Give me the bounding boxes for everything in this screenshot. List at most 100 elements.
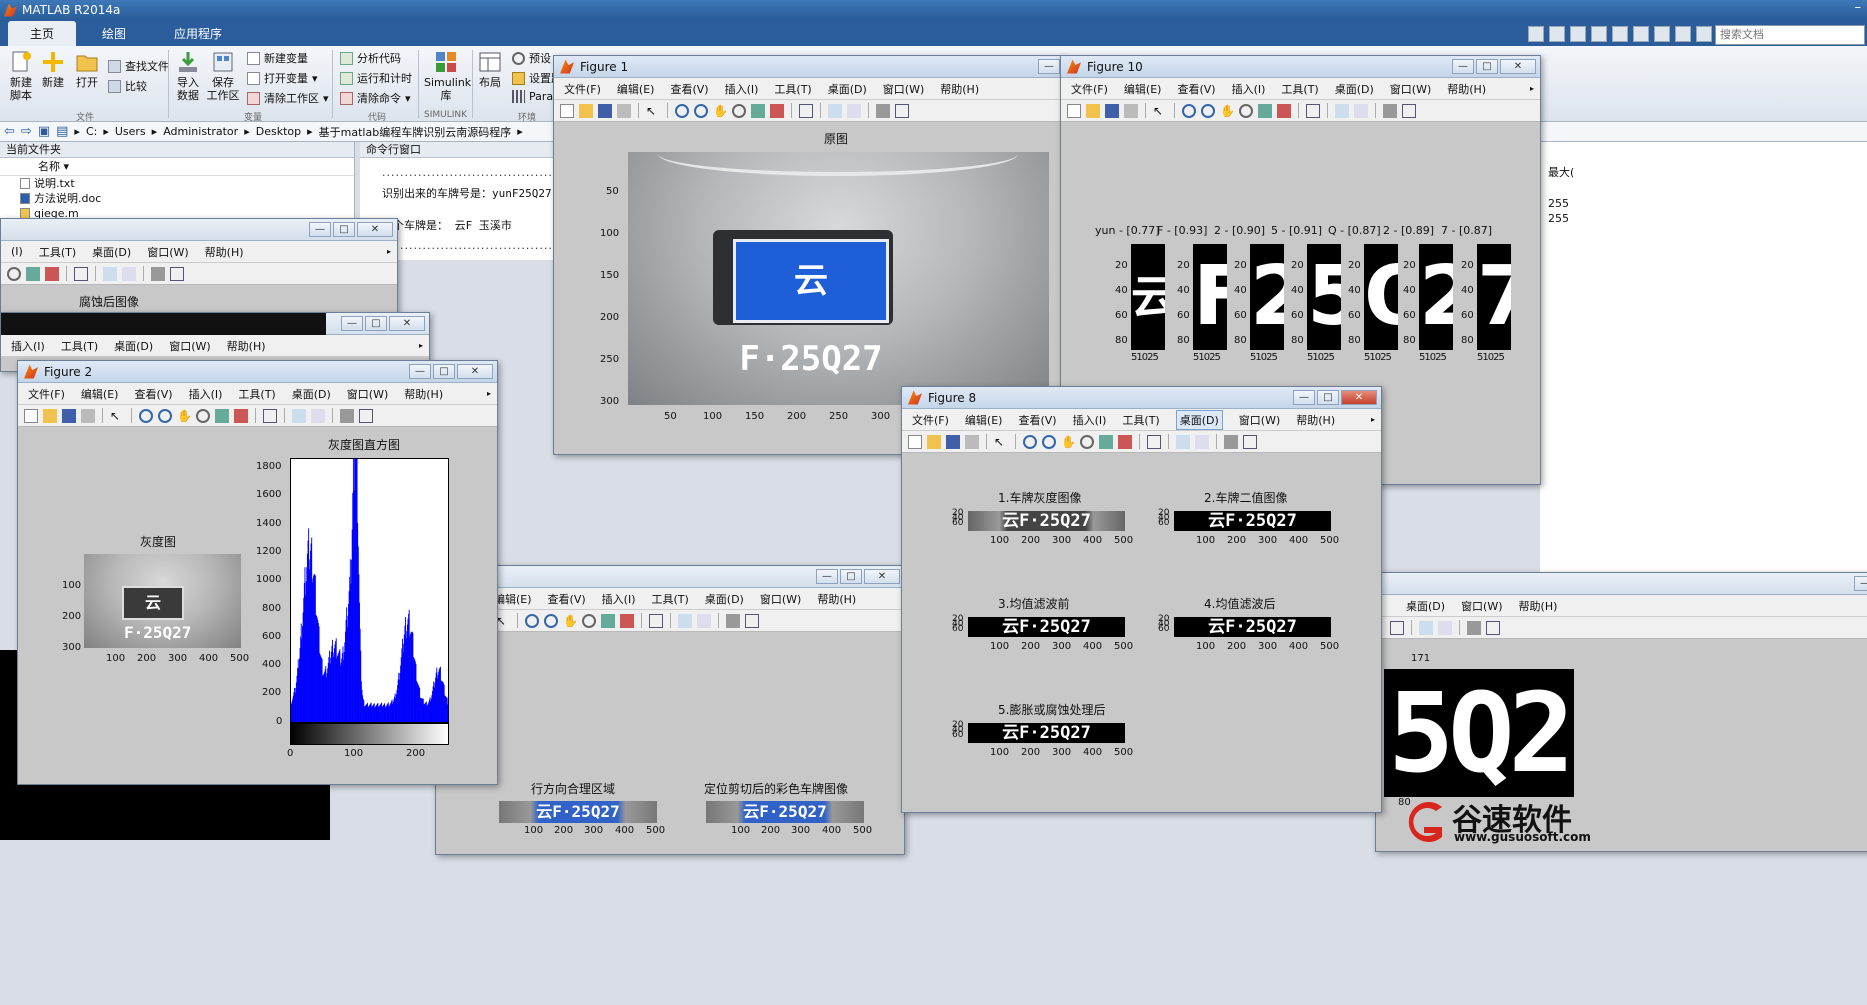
clear-commands-button[interactable]: 清除命令 ▾	[340, 90, 411, 106]
close-icon[interactable]: ✕	[1341, 390, 1377, 405]
menu-view[interactable]: 查看(V)	[1177, 81, 1215, 97]
open-button[interactable]: 打开	[74, 50, 100, 89]
colorbar-icon[interactable]	[828, 103, 842, 118]
minimize-icon[interactable]: —	[816, 569, 838, 584]
hide-plot-tools-icon[interactable]	[340, 408, 354, 423]
colorbar-icon[interactable]	[103, 266, 117, 281]
menu-desktop[interactable]: 桌面(D)	[1335, 81, 1374, 97]
menu-insert[interactable]: (I)	[11, 245, 23, 258]
menu-file[interactable]: 文件(F)	[912, 412, 949, 428]
maximize-icon[interactable]: □	[1476, 59, 1498, 74]
back-arrow-icon[interactable]: ⇦	[4, 124, 15, 139]
brush-icon[interactable]	[770, 103, 784, 118]
menu-tools[interactable]: 工具(T)	[651, 591, 688, 607]
analyze-code-button[interactable]: 分析代码	[340, 50, 401, 66]
rotate-icon[interactable]	[582, 613, 596, 628]
pointer-icon[interactable]: ↖	[496, 614, 510, 628]
menu-window[interactable]: 窗口(W)	[1239, 412, 1280, 428]
pointer-icon[interactable]: ↖	[994, 435, 1008, 449]
new-figure-icon[interactable]	[1067, 103, 1081, 118]
menu-overflow-icon[interactable]: ▸	[419, 341, 423, 350]
tab-plots[interactable]: 绘图	[80, 21, 148, 46]
menu-desktop[interactable]: 桌面(D)	[292, 386, 331, 402]
menu-desktop[interactable]: 桌面(D)	[705, 591, 744, 607]
print-icon[interactable]	[617, 103, 631, 118]
save-workspace-button[interactable]: 保存 工作区	[206, 50, 240, 102]
print-icon[interactable]	[965, 434, 979, 449]
menu-desktop[interactable]: 桌面(D)	[1175, 409, 1223, 430]
legend-icon[interactable]	[1195, 434, 1209, 449]
menu-insert[interactable]: 插入(I)	[1232, 81, 1266, 97]
new-button[interactable]: 新建	[40, 50, 66, 89]
pan-hand-icon[interactable]: ✋	[1220, 104, 1235, 118]
figure-titlebar[interactable]: Figure 2 — □ ✕	[18, 361, 497, 383]
brush-icon[interactable]	[234, 408, 248, 423]
path-segment[interactable]: Administrator	[163, 125, 238, 138]
minimize-icon[interactable]: –	[1855, 0, 1862, 15]
menu-tools[interactable]: 工具(T)	[39, 244, 76, 260]
new-script-button[interactable]: 新建 脚本	[6, 50, 36, 102]
clear-workspace-button[interactable]: 清除工作区 ▾	[247, 90, 329, 106]
menu-edit[interactable]: 编辑(E)	[494, 591, 532, 607]
menu-insert[interactable]: 插入(I)	[1073, 412, 1107, 428]
zoom-out-icon[interactable]	[158, 408, 172, 423]
menu-window[interactable]: 窗口(W)	[147, 244, 188, 260]
open-file-icon[interactable]	[927, 434, 941, 449]
show-plot-tools-icon[interactable]	[359, 408, 373, 423]
minimize-icon[interactable]: —	[341, 316, 363, 331]
rotate-icon[interactable]	[732, 103, 746, 118]
link-plot-icon[interactable]	[1306, 103, 1320, 118]
run-and-time-button[interactable]: 运行和计时	[340, 70, 412, 86]
menu-help[interactable]: 帮助(H)	[1296, 412, 1335, 428]
zoom-in-icon[interactable]	[1023, 434, 1037, 449]
print-icon[interactable]	[1124, 103, 1138, 118]
minimize-icon[interactable]: —	[309, 222, 331, 237]
menu-view[interactable]: 查看(V)	[134, 386, 172, 402]
link-plot-icon[interactable]	[74, 266, 88, 281]
menu-edit[interactable]: 编辑(E)	[1124, 81, 1162, 97]
figure-titlebar[interactable]: —	[1376, 573, 1867, 595]
colorbar-icon[interactable]	[1335, 103, 1349, 118]
help-icon[interactable]	[1696, 26, 1712, 42]
colorbar-icon[interactable]	[1176, 434, 1190, 449]
legend-icon[interactable]	[311, 408, 325, 423]
menu-window[interactable]: 窗口(W)	[347, 386, 388, 402]
figure2-window[interactable]: Figure 2 — □ ✕ 文件(F) 编辑(E) 查看(V) 插入(I) 工具(…	[17, 360, 498, 785]
simulink-library-button[interactable]: Simulink 库	[424, 50, 471, 102]
hide-plot-tools-icon[interactable]	[151, 266, 165, 281]
legend-icon[interactable]	[122, 266, 136, 281]
new-figure-icon[interactable]	[24, 408, 38, 423]
name-column-header[interactable]: 名称 ▾	[0, 158, 354, 176]
menu-help[interactable]: 帮助(H)	[1519, 598, 1558, 614]
parallel-button[interactable]: Paral	[512, 90, 556, 103]
zoom-out-icon[interactable]	[694, 103, 708, 118]
menu-window[interactable]: 窗口(W)	[760, 591, 801, 607]
menu-insert[interactable]: 插入(I)	[602, 591, 636, 607]
menu-window[interactable]: 窗口(W)	[169, 338, 210, 354]
brush-icon[interactable]	[620, 613, 634, 628]
new-figure-icon[interactable]	[908, 434, 922, 449]
figure8-window[interactable]: Figure 8 — □ ✕ 文件(F) 编辑(E) 查看(V) 插入(I) 工具(…	[901, 386, 1382, 813]
legend-icon[interactable]	[697, 613, 711, 628]
menu-overflow-icon[interactable]: ▸	[387, 247, 391, 256]
data-cursor-icon[interactable]	[751, 103, 765, 118]
minimize-icon[interactable]: —	[1038, 59, 1060, 74]
quick-window-icon[interactable]	[1675, 26, 1691, 42]
hide-plot-tools-icon[interactable]	[1383, 103, 1397, 118]
figure-titlebar[interactable]: Figure 1 —	[554, 56, 1064, 78]
maximize-icon[interactable]: □	[840, 569, 862, 584]
menu-insert[interactable]: 插入(I)	[11, 338, 45, 354]
open-file-icon[interactable]	[43, 408, 57, 423]
maximize-icon[interactable]: □	[433, 364, 455, 379]
menu-window[interactable]: 窗口(W)	[1461, 598, 1502, 614]
show-plot-tools-icon[interactable]	[745, 613, 759, 628]
close-icon[interactable]: ✕	[864, 569, 900, 584]
close-icon[interactable]: ✕	[457, 364, 493, 379]
menu-file[interactable]: 文件(F)	[1071, 81, 1108, 97]
menu-help[interactable]: 帮助(H)	[404, 386, 443, 402]
browse-folder-icon[interactable]: ▤	[56, 124, 68, 139]
quick-undo-icon[interactable]	[1612, 26, 1628, 42]
hide-plot-tools-icon[interactable]	[726, 613, 740, 628]
legend-icon[interactable]	[847, 103, 861, 118]
brush-icon[interactable]	[45, 266, 59, 281]
